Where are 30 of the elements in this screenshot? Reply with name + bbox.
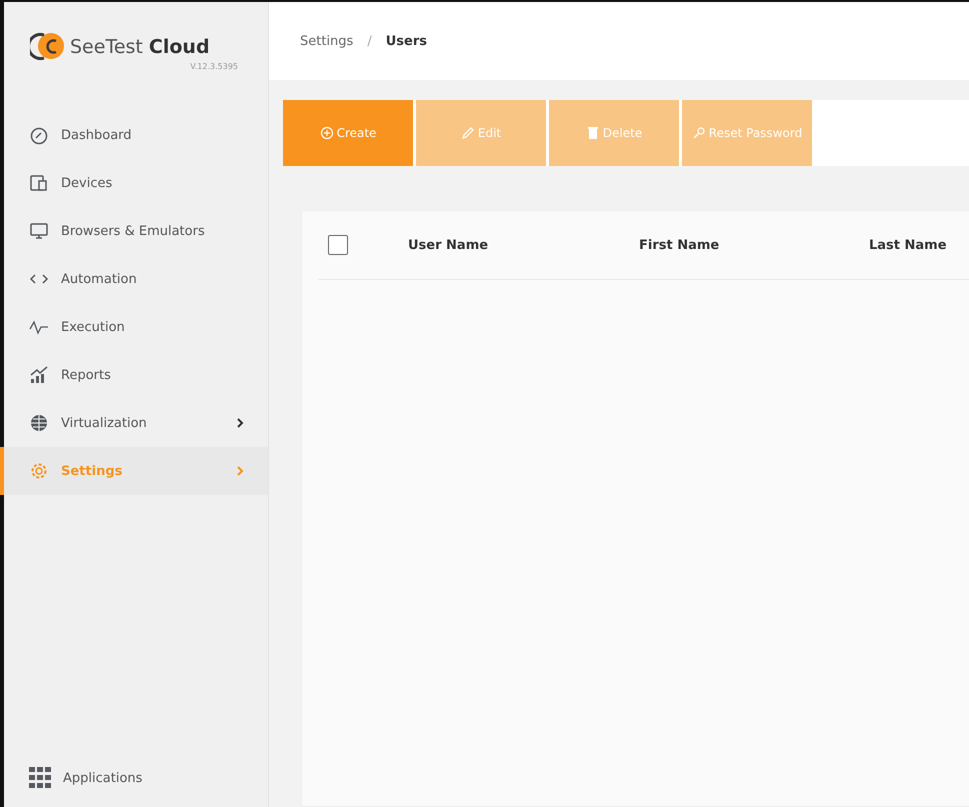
sidebar-item[interactable]: Virtualization [0, 399, 268, 447]
devices-icon [29, 173, 49, 193]
version-label: V.12.3.5395 [190, 62, 238, 71]
applications-link[interactable]: Applications [63, 770, 142, 786]
sidebar-item[interactable]: Devices [0, 159, 268, 207]
sidebar-item[interactable]: Reports [0, 351, 268, 399]
column-header[interactable]: First Name [639, 238, 869, 252]
breadcrumb-item[interactable]: Settings [300, 34, 354, 49]
logo-icon [30, 32, 64, 62]
pencil-icon [460, 126, 475, 140]
column-header[interactable]: User Name [408, 238, 639, 252]
select-all-checkbox[interactable] [328, 235, 348, 255]
dashboard-icon [29, 125, 49, 145]
sidebar-item[interactable]: Automation [0, 255, 268, 303]
chevron-icon [236, 466, 244, 476]
trash-icon [586, 126, 600, 140]
breadcrumb-separator: / [367, 34, 372, 49]
chevron-icon [236, 418, 244, 428]
add-icon [320, 126, 334, 140]
app-logo-text: SeeTest Cloud [70, 36, 210, 58]
column-header[interactable]: Last Name [869, 238, 969, 252]
chart-icon [29, 365, 49, 385]
sidebar-item[interactable]: Browsers & Emulators [0, 207, 268, 255]
sidebar-item[interactable]: Dashboard [0, 111, 268, 159]
breadcrumb-item: Users [386, 34, 427, 49]
apps-grid-icon[interactable] [29, 767, 51, 789]
globe-icon [29, 413, 49, 433]
sidebar-item[interactable]: Execution [0, 303, 268, 351]
monitor-icon [29, 221, 49, 241]
settings-icon [29, 461, 49, 481]
